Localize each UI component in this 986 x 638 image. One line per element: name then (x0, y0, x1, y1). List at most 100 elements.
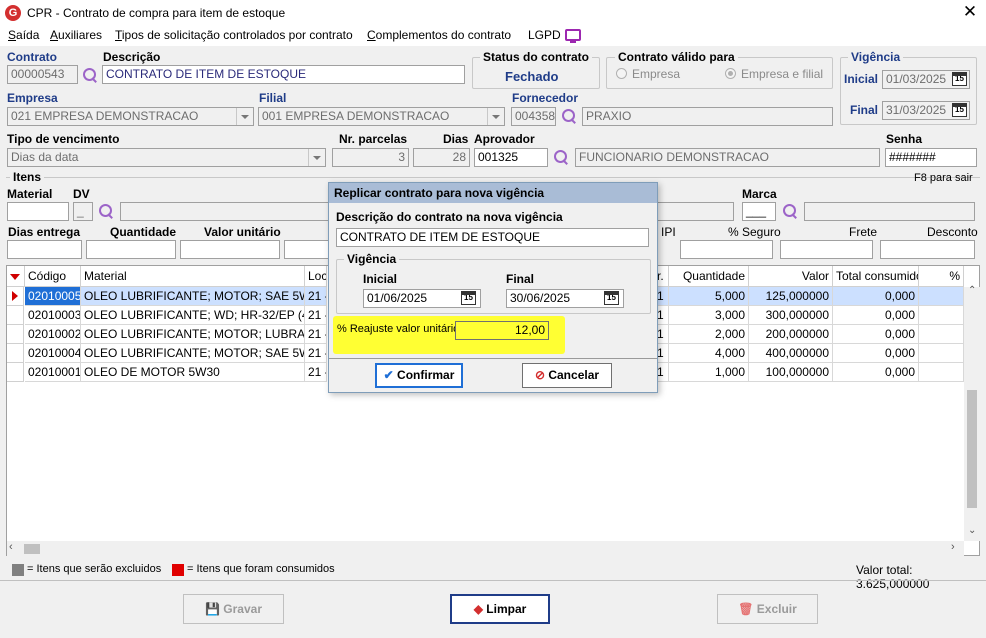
cell-material[interactable]: OLEO LUBRIFICANTE; WD; HR-32/EP (43) (81, 306, 305, 325)
cell-valor[interactable]: 125,000000 (749, 287, 833, 306)
monitor-icon[interactable] (565, 29, 581, 43)
cell-quantidade[interactable]: 4,000 (669, 344, 749, 363)
cell-quantidade[interactable]: 2,000 (669, 325, 749, 344)
senha-field[interactable]: ####### (885, 148, 977, 167)
calendar-icon[interactable]: 15 (952, 103, 967, 117)
item-field-extra[interactable] (284, 240, 330, 259)
col-percent[interactable]: % (919, 266, 964, 287)
row-indicator[interactable] (7, 344, 24, 363)
cell-codigo[interactable]: 02010001 (25, 363, 81, 382)
search-fornecedor-icon[interactable] (561, 108, 577, 124)
cell-quantidade[interactable]: 5,000 (669, 287, 749, 306)
marca-field[interactable]: ___ (742, 202, 776, 221)
hscroll-thumb[interactable] (24, 544, 40, 554)
cell-percent[interactable] (919, 287, 964, 306)
frete-field[interactable] (880, 240, 975, 259)
parcelas-field[interactable]: 3 (332, 148, 409, 167)
scroll-right-icon[interactable]: › (951, 541, 955, 553)
calendar-icon[interactable]: 15 (604, 291, 619, 305)
scroll-left-icon[interactable]: ‹ (9, 541, 13, 553)
cell-quantidade[interactable]: 1,000 (669, 363, 749, 382)
cell-codigo[interactable]: 02010005 (25, 287, 81, 306)
gravar-button[interactable]: 💾 Gravar (183, 594, 284, 624)
cell-codigo[interactable]: 02010002 (25, 325, 81, 344)
col-local[interactable]: Loca (305, 266, 327, 287)
scroll-down-icon[interactable]: ⌄ (968, 525, 976, 536)
valor-unitario-field[interactable] (180, 240, 280, 259)
cell-total[interactable]: 0,000 (833, 325, 919, 344)
menu-lgpd[interactable]: LGPD (528, 28, 561, 42)
aprovador-code-field[interactable]: 001325 (474, 148, 548, 167)
descricao-field[interactable]: CONTRATO DE ITEM DE ESTOQUE (102, 65, 465, 84)
cell-percent[interactable] (919, 344, 964, 363)
dialog-descricao-field[interactable]: CONTRATO DE ITEM DE ESTOQUE (336, 228, 649, 247)
cell-total[interactable]: 0,000 (833, 363, 919, 382)
vertical-scrollbar[interactable]: ⌃ ⌄ (964, 285, 980, 541)
ipi-field[interactable] (680, 240, 773, 259)
row-indicator[interactable] (7, 306, 24, 325)
fornecedor-code-field[interactable]: 004358 (511, 107, 556, 126)
contrato-field[interactable]: 00000543 (7, 65, 78, 84)
cell-total[interactable]: 0,000 (833, 306, 919, 325)
chevron-down-icon[interactable] (487, 108, 504, 125)
scroll-thumb[interactable] (967, 390, 977, 508)
excluir-button[interactable]: 🗑 Excluir (717, 594, 818, 624)
reajuste-field[interactable]: 12,00 (455, 321, 549, 340)
radio-empresa[interactable] (616, 68, 627, 79)
cell-local[interactable]: 21 - (305, 363, 327, 382)
search-aprovador-icon[interactable] (553, 149, 569, 165)
cell-percent[interactable] (919, 306, 964, 325)
col-codigo[interactable]: Código (25, 266, 81, 287)
dias-entrega-field[interactable] (7, 240, 82, 259)
empresa-select[interactable]: 021 EMPRESA DEMONSTRACAO (7, 107, 254, 126)
quantidade-field[interactable] (86, 240, 176, 259)
cell-valor[interactable]: 200,000000 (749, 325, 833, 344)
chevron-down-icon[interactable] (236, 108, 253, 125)
col-quantidade[interactable]: Quantidade (669, 266, 749, 287)
cell-material[interactable]: OLEO DE MOTOR 5W30 (81, 363, 305, 382)
cell-valor[interactable]: 100,000000 (749, 363, 833, 382)
row-indicator[interactable] (7, 325, 24, 344)
chevron-down-icon[interactable] (308, 149, 325, 166)
row-indicator[interactable] (7, 363, 24, 382)
cell-percent[interactable] (919, 363, 964, 382)
menu-tipos-solicitacao[interactable]: Tipos de solicitação controlados por con… (115, 28, 353, 42)
cell-codigo[interactable]: 02010004 (25, 344, 81, 363)
radio-empresa-filial[interactable] (725, 68, 736, 79)
cell-material[interactable]: OLEO LUBRIFICANTE; MOTOR; LUBRAX; ... (81, 325, 305, 344)
cell-local[interactable]: 21 - (305, 344, 327, 363)
search-contrato-icon[interactable] (82, 67, 98, 83)
cell-valor[interactable]: 300,000000 (749, 306, 833, 325)
menu-saida[interactable]: Saída (8, 28, 39, 42)
horizontal-scrollbar[interactable]: ‹ › (7, 541, 964, 556)
cell-quantidade[interactable]: 3,000 (669, 306, 749, 325)
close-icon[interactable]: ✕ (960, 2, 980, 22)
cell-local[interactable]: 21 - (305, 306, 327, 325)
dias-field[interactable]: 28 (413, 148, 470, 167)
cell-local[interactable]: 21 - (305, 325, 327, 344)
filial-select[interactable]: 001 EMPRESA DEMONSTRACAO (258, 107, 505, 126)
cell-material[interactable]: OLEO LUBRIFICANTE; MOTOR; SAE 5W3... (81, 344, 305, 363)
cell-percent[interactable] (919, 325, 964, 344)
col-material[interactable]: Material (81, 266, 305, 287)
confirmar-button[interactable]: ✔ Confirmar (375, 363, 463, 388)
menu-auxiliares[interactable]: Auxiliares (50, 28, 102, 42)
cell-codigo[interactable]: 02010003 (25, 306, 81, 325)
cell-total[interactable]: 0,000 (833, 344, 919, 363)
material-field[interactable] (7, 202, 69, 221)
col-valor[interactable]: Valor (749, 266, 833, 287)
menu-complementos[interactable]: Complementos do contrato (367, 28, 511, 42)
seguro-field[interactable] (780, 240, 873, 259)
cell-material[interactable]: OLEO LUBRIFICANTE; MOTOR; SAE 5W4... (81, 287, 305, 306)
cell-local[interactable]: 21 - (305, 287, 327, 306)
search-marca-icon[interactable] (782, 203, 798, 219)
cell-total[interactable]: 0,000 (833, 287, 919, 306)
tipo-vencimento-select[interactable]: Dias da data (7, 148, 326, 167)
calendar-icon[interactable]: 15 (461, 291, 476, 305)
scroll-up-icon[interactable]: ⌃ (968, 285, 976, 296)
calendar-icon[interactable]: 15 (952, 72, 967, 86)
limpar-button[interactable]: ◆ Limpar (450, 594, 550, 624)
search-material-icon[interactable] (98, 203, 114, 219)
row-indicator[interactable] (7, 287, 24, 306)
dv-field[interactable]: _ (73, 202, 93, 221)
